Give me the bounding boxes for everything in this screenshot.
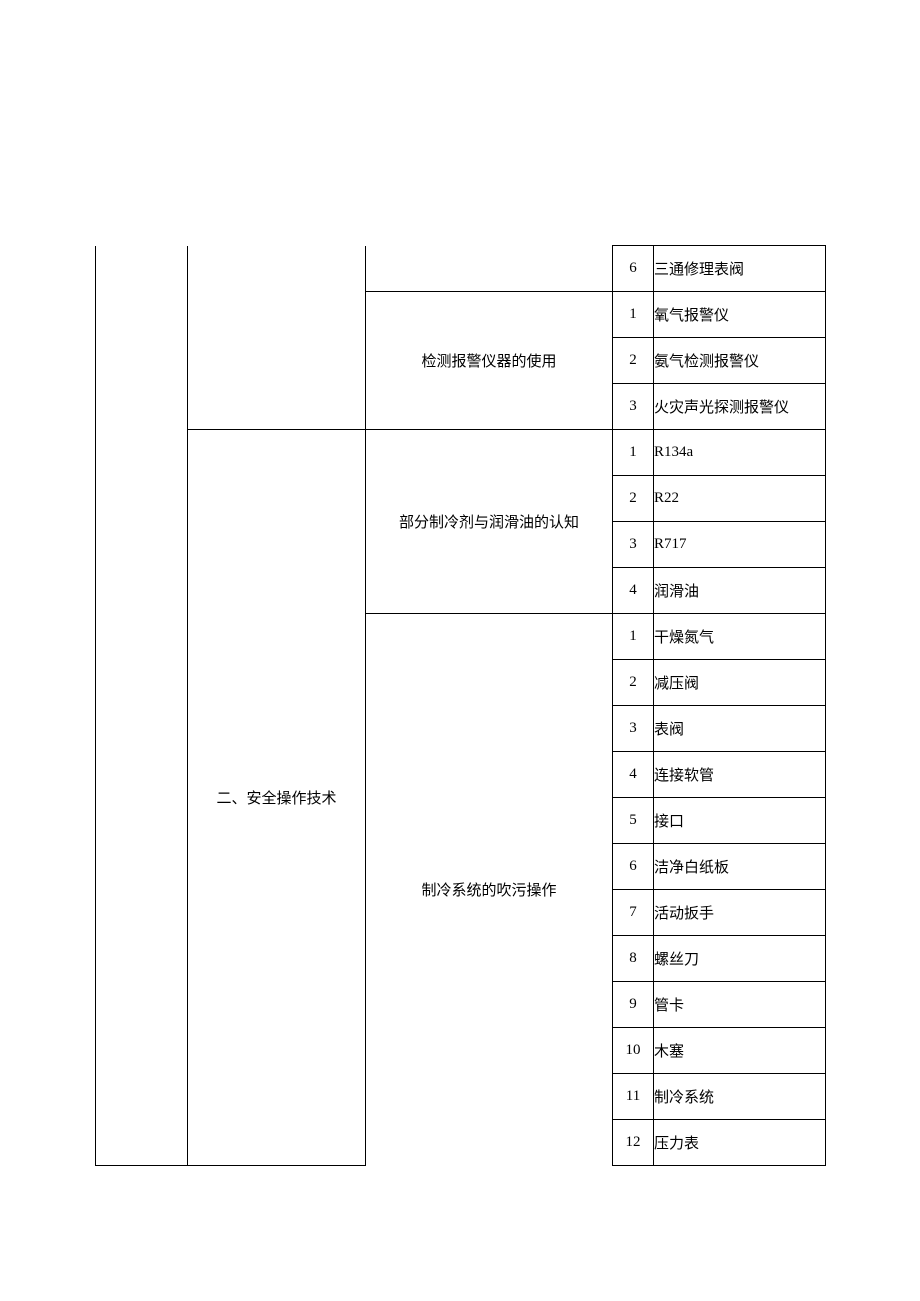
item-text: 压力表 (654, 1120, 826, 1166)
item-number: 8 (613, 936, 654, 982)
item-number: 1 (613, 614, 654, 660)
item-text: 螺丝刀 (654, 936, 826, 982)
item-number: 7 (613, 890, 654, 936)
item-number: 2 (613, 338, 654, 384)
item-text: 活动扳手 (654, 890, 826, 936)
item-text: 管卡 (654, 982, 826, 1028)
col-b-cell-main: 二、安全操作技术 (188, 430, 366, 1166)
item-text: 三通修理表阀 (654, 246, 826, 292)
item-number: 3 (613, 706, 654, 752)
item-number: 3 (613, 522, 654, 568)
item-number: 5 (613, 798, 654, 844)
item-number: 11 (613, 1074, 654, 1120)
content-table: 6 三通修理表阀 检测报警仪器的使用 1 氧气报警仪 2 氨气检测报警仪 3 火… (95, 245, 826, 1166)
item-text: 制冷系统 (654, 1074, 826, 1120)
table-row: 6 三通修理表阀 (96, 246, 826, 292)
item-number: 2 (613, 660, 654, 706)
item-text: 火灾声光探测报警仪 (654, 384, 826, 430)
section-title: 检测报警仪器的使用 (366, 292, 613, 430)
document-page: 6 三通修理表阀 检测报警仪器的使用 1 氧气报警仪 2 氨气检测报警仪 3 火… (0, 0, 920, 1301)
item-number: 4 (613, 568, 654, 614)
item-text: 连接软管 (654, 752, 826, 798)
col-b-cell-top (188, 246, 366, 430)
item-text: R134a (654, 430, 826, 476)
item-number: 2 (613, 476, 654, 522)
item-text: R22 (654, 476, 826, 522)
item-text: R717 (654, 522, 826, 568)
item-number: 1 (613, 430, 654, 476)
item-number: 12 (613, 1120, 654, 1166)
item-number: 3 (613, 384, 654, 430)
section-title (366, 246, 613, 292)
item-text: 氨气检测报警仪 (654, 338, 826, 384)
item-number: 4 (613, 752, 654, 798)
item-text: 干燥氮气 (654, 614, 826, 660)
item-number: 10 (613, 1028, 654, 1074)
item-text: 表阀 (654, 706, 826, 752)
item-number: 1 (613, 292, 654, 338)
item-text: 木塞 (654, 1028, 826, 1074)
item-text: 减压阀 (654, 660, 826, 706)
item-text: 洁净白纸板 (654, 844, 826, 890)
section-title: 制冷系统的吹污操作 (366, 614, 613, 1166)
item-number: 6 (613, 844, 654, 890)
item-text: 润滑油 (654, 568, 826, 614)
col-a-cell (96, 246, 188, 1166)
section-title: 部分制冷剂与润滑油的认知 (366, 430, 613, 614)
item-number: 9 (613, 982, 654, 1028)
table-row: 二、安全操作技术 部分制冷剂与润滑油的认知 1 R134a (96, 430, 826, 476)
item-text: 接口 (654, 798, 826, 844)
item-number: 6 (613, 246, 654, 292)
item-text: 氧气报警仪 (654, 292, 826, 338)
